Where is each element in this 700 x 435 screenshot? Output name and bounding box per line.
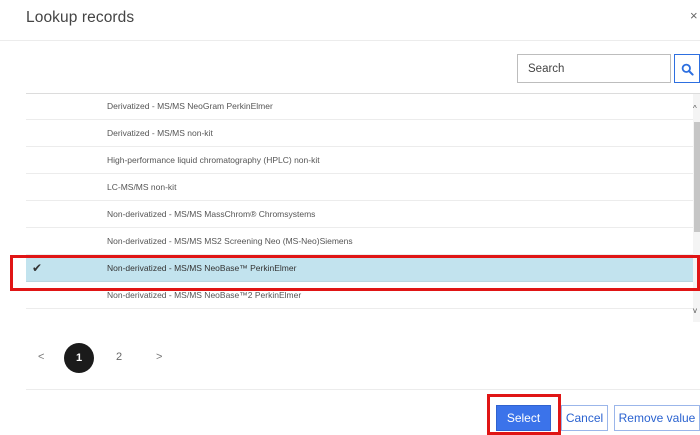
dialog-header: Lookup records × xyxy=(0,0,700,40)
list-item[interactable]: LC-MS/MS non-kit xyxy=(26,175,694,201)
next-page-icon[interactable]: > xyxy=(156,351,162,363)
record-label: LC-MS/MS non-kit xyxy=(107,182,177,192)
list-item[interactable]: Derivatized - MS/MS NeoGram PerkinElmer xyxy=(26,94,694,120)
record-label: Derivatized - MS/MS non-kit xyxy=(107,128,213,138)
pagination: < 1 2 > xyxy=(0,340,300,374)
page-1-button[interactable]: 1 xyxy=(64,343,94,373)
list-item[interactable]: High-performance liquid chromatography (… xyxy=(26,148,694,174)
remove-value-button[interactable]: Remove value xyxy=(614,405,700,431)
header-divider xyxy=(0,40,700,41)
record-label: Derivatized - MS/MS NeoGram PerkinElmer xyxy=(107,101,273,111)
scrollbar-thumb[interactable] xyxy=(694,122,700,232)
highlight-box-select-button xyxy=(487,394,561,435)
search-button[interactable] xyxy=(674,54,700,83)
close-icon[interactable]: × xyxy=(690,8,698,23)
record-label: Non-derivatized - MS/MS MassChrom® Chrom… xyxy=(107,209,316,219)
highlight-box-selected-row xyxy=(10,255,700,291)
list-item[interactable]: Non-derivatized - MS/MS MS2 Screening Ne… xyxy=(26,229,694,255)
record-label: Non-derivatized - MS/MS MS2 Screening Ne… xyxy=(107,236,353,246)
chevron-down-icon[interactable]: v xyxy=(693,306,697,315)
search-input[interactable] xyxy=(518,55,670,82)
previous-page-icon[interactable]: < xyxy=(38,351,44,363)
record-label: Non-derivatized - MS/MS NeoBase™2 Perkin… xyxy=(107,290,302,300)
search-icon xyxy=(681,63,694,76)
dialog-title: Lookup records xyxy=(26,9,135,26)
chevron-up-icon[interactable]: ^ xyxy=(693,104,697,113)
record-label: High-performance liquid chromatography (… xyxy=(107,155,320,165)
cancel-button[interactable]: Cancel xyxy=(561,405,608,431)
list-item[interactable]: Non-derivatized - MS/MS MassChrom® Chrom… xyxy=(26,202,694,228)
page-2-button[interactable]: 2 xyxy=(116,351,122,363)
search-field[interactable] xyxy=(517,54,671,83)
list-item[interactable]: Derivatized - MS/MS non-kit xyxy=(26,121,694,147)
footer-divider xyxy=(26,389,700,390)
